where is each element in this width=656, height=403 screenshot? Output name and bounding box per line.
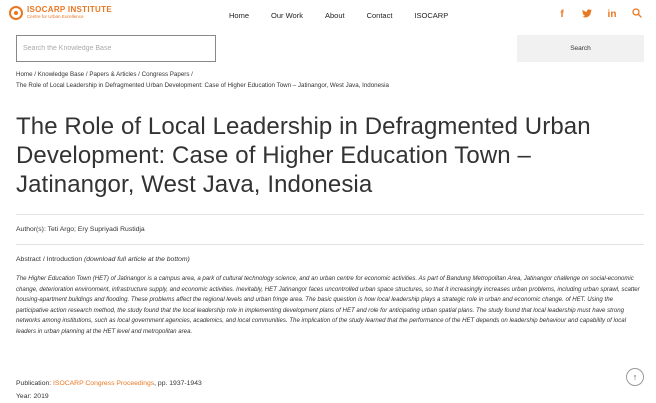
breadcrumb-current: The Role of Local Leadership in Defragme…	[16, 82, 389, 89]
nav-contact[interactable]: Contact	[367, 11, 393, 20]
logo-subtitle: Centre for Urban Excellence	[27, 14, 84, 20]
publication-pages: , pp. 1937-1943	[154, 380, 202, 387]
breadcrumb-papers-articles[interactable]: Papers & Articles	[89, 71, 136, 78]
search-input[interactable]	[16, 35, 216, 62]
linkedin-icon[interactable]: in	[605, 9, 619, 20]
logo-mark-icon	[9, 6, 23, 20]
knowledge-search: Search	[16, 35, 644, 62]
article-authors: Author(s): Teti Argo; Ery Supriyadi Rust…	[16, 226, 145, 233]
nav-home[interactable]: Home	[229, 11, 249, 20]
back-to-top-button[interactable]: ↑	[626, 368, 644, 386]
logo-name: ISOCARP INSTITUTE	[27, 5, 112, 15]
breadcrumb-home[interactable]: Home	[16, 71, 33, 78]
site-header: ISOCARP INSTITUTE Centre for Urban Excel…	[0, 0, 656, 32]
arrow-up-icon: ↑	[632, 372, 638, 382]
nav-our-work[interactable]: Our Work	[271, 11, 303, 20]
publication-label: Publication:	[16, 380, 52, 387]
page-title: The Role of Local Leadership in Defragme…	[16, 113, 591, 198]
divider	[16, 244, 644, 245]
facebook-icon[interactable]: f	[555, 9, 569, 20]
publication-link[interactable]: ISOCARP Congress Proceedings	[53, 380, 154, 387]
twitter-icon[interactable]	[580, 8, 594, 21]
main-nav: Home Our Work About Contact ISOCARP	[229, 11, 470, 20]
nav-about[interactable]: About	[325, 11, 345, 20]
publication-info: Publication: ISOCARP Congress Proceeding…	[16, 380, 202, 387]
abstract-note: (download full article at the bottom)	[84, 256, 190, 263]
breadcrumb-congress-papers[interactable]: Congress Papers	[142, 71, 190, 78]
breadcrumb: Home / Knowledge Base / Papers & Article…	[16, 71, 389, 89]
abstract-heading: Abstract / Introduction (download full a…	[16, 256, 190, 263]
abstract-label: Abstract / Introduction	[16, 256, 83, 263]
breadcrumb-knowledge-base[interactable]: Knowledge Base	[38, 71, 84, 78]
social-links: f in	[555, 8, 644, 21]
nav-isocarp[interactable]: ISOCARP	[414, 11, 448, 20]
abstract-text: The Higher Education Town (HET) of Jatin…	[16, 275, 640, 335]
publication-year: Year: 2019	[16, 393, 49, 400]
search-icon[interactable]	[630, 8, 644, 21]
isocarp-logo[interactable]: ISOCARP INSTITUTE Centre for Urban Excel…	[9, 6, 112, 20]
search-button[interactable]: Search	[517, 35, 644, 62]
divider	[16, 214, 644, 215]
